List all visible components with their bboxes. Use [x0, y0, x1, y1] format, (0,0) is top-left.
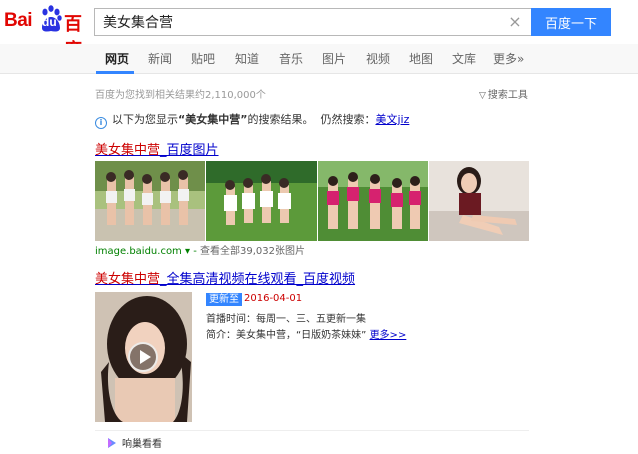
air-time-line: 首播时间：每周一、三、五更新一集	[206, 310, 366, 325]
view-all-images-link[interactable]: 查看全部39,032张图片	[200, 246, 305, 257]
tab-map[interactable]: 地图	[409, 50, 433, 67]
tab-images[interactable]: 图片	[322, 50, 346, 67]
update-badge: 更新至	[206, 293, 242, 306]
air-time-label: 首播时间：	[206, 314, 256, 325]
search-box: ×	[94, 8, 531, 36]
tab-more[interactable]: 更多»	[493, 50, 524, 67]
search-button[interactable]: 百度一下	[531, 8, 611, 36]
more-link[interactable]: 更多>>	[370, 330, 407, 341]
update-date: 2016-04-01	[244, 293, 303, 304]
title-rest: _百度图片	[160, 143, 219, 158]
air-time-value: 每周一、三、五更新一集	[256, 314, 366, 325]
tab-music[interactable]: 音乐	[279, 50, 303, 67]
baidu-logo[interactable]: Bai du 百度	[4, 4, 92, 61]
original-query-link[interactable]: 美文jiz	[375, 113, 409, 126]
image-thumbnail[interactable]	[318, 161, 428, 241]
video-result-title[interactable]: 美女集中营_全集高清视频在线观看_百度视频	[95, 268, 355, 287]
play-icon[interactable]	[128, 342, 158, 372]
title-highlight: 美女集中营	[95, 272, 161, 287]
video-source-bar: 响巢看看	[95, 430, 529, 454]
image-thumbnail[interactable]	[95, 161, 205, 241]
funnel-icon: ▽	[479, 91, 486, 101]
title-rest: _全集高清视频在线观看_百度视频	[160, 272, 356, 287]
logo-text-du: du	[42, 15, 57, 29]
tab-video[interactable]: 视频	[366, 50, 390, 67]
close-icon[interactable]: ×	[507, 14, 523, 30]
search-tools-button[interactable]: ▽ 搜索工具	[479, 86, 528, 101]
intro-line: 简介：美女集中营，“日版奶茶妹妹” 更多>>	[206, 326, 406, 341]
header: Bai du 百度 × 百度一下	[0, 0, 638, 61]
logo-text-bai: Bai	[4, 10, 33, 31]
title-highlight: 美女集中营	[95, 143, 161, 158]
result-count: 百度为您找到相关结果约2,110,000个	[95, 90, 266, 101]
video-source-label[interactable]: 响巢看看	[122, 435, 162, 450]
notice-prefix: 以下为您显示	[112, 113, 178, 126]
tab-web[interactable]: 网页	[105, 50, 129, 67]
query-correction-notice: i 以下为您显示“美女集中营”的搜索结果。 仍然搜索：美文jiz	[95, 111, 409, 129]
tab-tieba[interactable]: 贴吧	[191, 50, 215, 67]
search-input[interactable]	[95, 9, 495, 35]
image-thumbnail[interactable]	[206, 161, 317, 241]
intro-label: 简介：	[206, 330, 236, 341]
nav-tabs: 网页 新闻 贴吧 知道 音乐 图片 视频 地图 文库 更多»	[0, 44, 638, 74]
source-url: image.baidu.com	[95, 246, 182, 257]
play-logo-icon	[108, 438, 116, 448]
search-tools-label: 搜索工具	[487, 90, 528, 101]
tab-news[interactable]: 新闻	[148, 50, 172, 67]
notice-suffix: 的搜索结果。	[247, 113, 314, 126]
intro-value: 美女集中营，“日版奶茶妹妹”	[236, 330, 367, 341]
image-result-source: image.baidu.com ▾ - 查看全部39,032张图片	[95, 246, 305, 257]
video-thumbnail[interactable]	[95, 292, 192, 422]
tab-wenku[interactable]: 文库	[452, 50, 476, 67]
tab-zhidao[interactable]: 知道	[235, 50, 259, 67]
notice-query: “美女集中营”	[178, 113, 248, 126]
info-icon: i	[95, 117, 107, 129]
notice-still-search: 仍然搜索：	[320, 113, 376, 126]
active-tab-underline	[96, 71, 134, 74]
image-result-title[interactable]: 美女集中营_百度图片	[95, 139, 219, 158]
image-thumbnail[interactable]	[429, 161, 529, 241]
